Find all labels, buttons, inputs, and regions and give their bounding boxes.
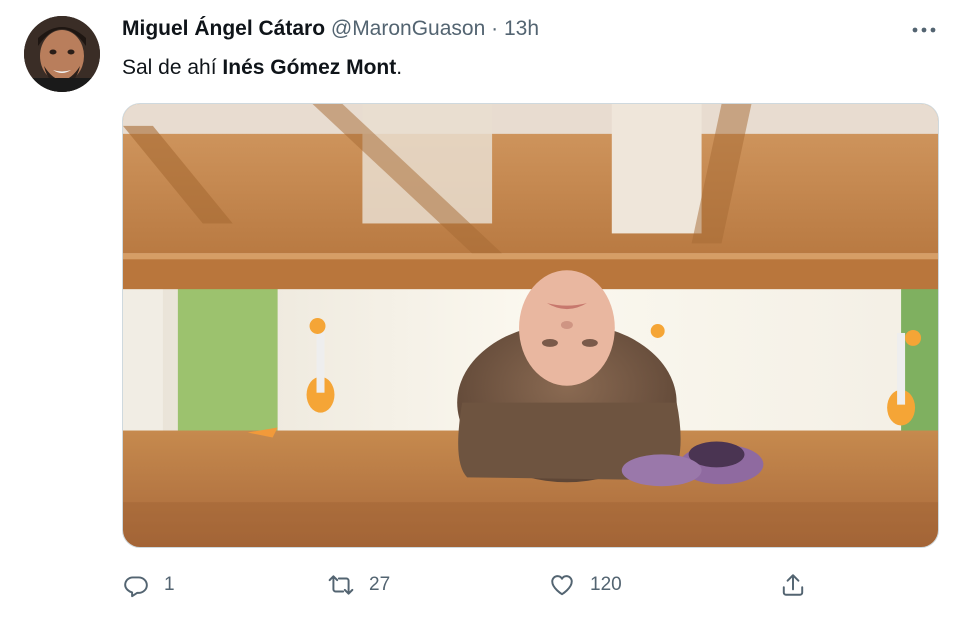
like-count: 120 [590,574,622,595]
like-button[interactable]: 120 [548,568,622,602]
author-handle[interactable]: @MaronGuason [331,17,485,40]
tweet-text-end: . [396,56,403,79]
photo-girl-under-bed [123,104,938,547]
author-avatar[interactable] [24,16,100,92]
more-options-button[interactable] [909,20,939,40]
tweet-header: Miguel Ángel Cátaro @MaronGuason · 13h [122,17,539,41]
author-name[interactable]: Miguel Ángel Cátaro [122,17,325,40]
share-button[interactable] [779,568,807,602]
tweet-actions: 1 27 120 [122,568,822,602]
tweet-text: Sal de ahí Inés Gómez Mont. [122,56,402,80]
tweet-text-plain: Sal de ahí [122,56,223,79]
more-icon [912,27,936,33]
retweet-button[interactable]: 27 [327,568,390,602]
retweet-icon [327,571,355,599]
share-icon [779,571,807,599]
header-separator: · [491,17,499,40]
retweet-count: 27 [369,574,391,595]
heart-icon [548,571,576,599]
reply-icon [122,571,150,599]
tweet-text-bold: Inés Gómez Mont [222,56,397,79]
reply-button[interactable]: 1 [122,568,175,602]
reply-count: 1 [164,574,175,595]
tweet-media-photo[interactable] [122,103,939,548]
tweet-timestamp[interactable]: 13h [504,17,539,40]
